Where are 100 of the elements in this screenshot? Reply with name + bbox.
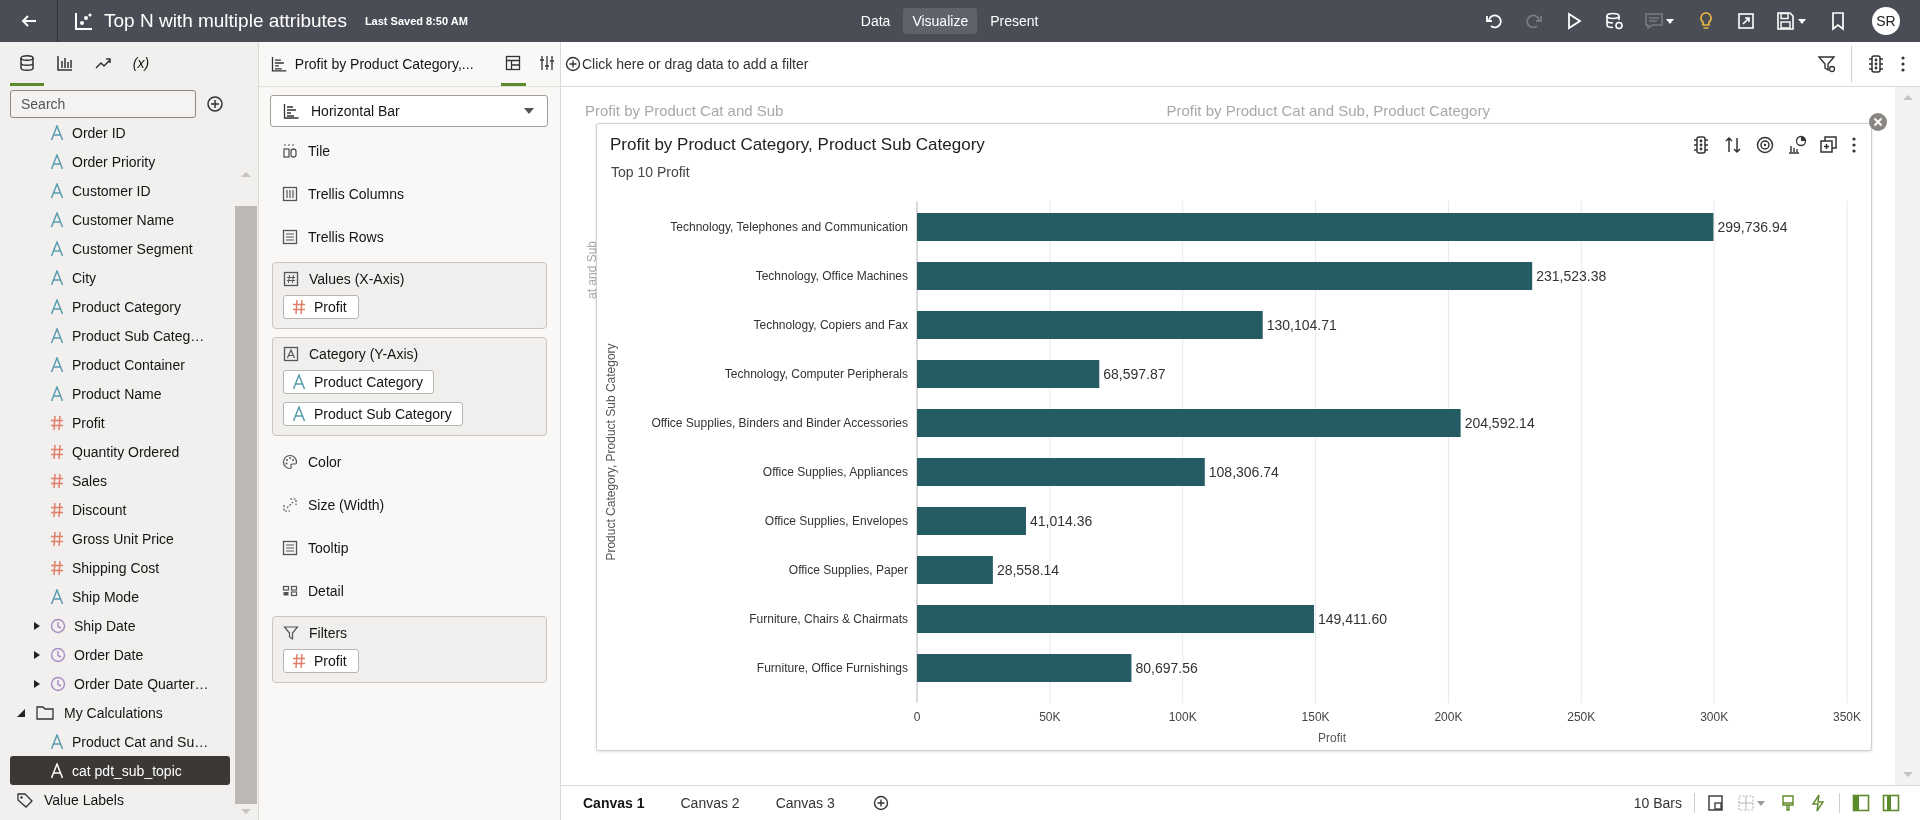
category-label: Technology, Office Machines (755, 269, 908, 283)
grammar-row[interactable]: Trellis Columns (270, 172, 548, 215)
canvas-tab[interactable]: Canvas 1 (573, 795, 655, 811)
refresh-data-button[interactable] (1604, 11, 1624, 31)
tag-icon (16, 791, 34, 808)
grammar-row[interactable]: Detail (270, 569, 548, 612)
field-item[interactable]: Ship Mode (10, 582, 230, 611)
columns-icon (282, 185, 298, 202)
background-chart-title: Profit by Product Cat and Sub, Product Category (1166, 102, 1490, 119)
expand-triangle-icon[interactable] (32, 649, 42, 660)
grammar-row[interactable]: Color (270, 440, 548, 483)
more-button[interactable] (1900, 55, 1906, 73)
undo-button[interactable] (1484, 11, 1504, 31)
field-item[interactable]: Customer ID (10, 176, 230, 205)
bar-chart-icon (56, 53, 74, 72)
lightning-icon[interactable] (1809, 794, 1827, 812)
sort-icon[interactable] (1723, 134, 1743, 155)
x-axis-title: Profit (1318, 731, 1346, 745)
comment-icon (1644, 11, 1676, 31)
right-panel-icon[interactable] (1882, 794, 1900, 812)
data-label: 299,736.94 (1717, 219, 1788, 235)
grammar-row[interactable]: Trellis Rows (270, 215, 548, 258)
traffic-light-icon[interactable] (1691, 134, 1711, 155)
canvas-tab[interactable]: Canvas 3 (765, 795, 845, 811)
add-filter-button[interactable]: Click here or drag data to add a filter (561, 56, 809, 72)
field-item[interactable]: Customer Name (10, 205, 230, 234)
chart-pie-icon[interactable] (1787, 134, 1807, 155)
expand-triangle-icon[interactable] (32, 678, 42, 689)
data-label: 204,592.14 (1464, 415, 1535, 431)
field-item[interactable]: Customer Segment (10, 234, 230, 263)
mode-tab[interactable]: Data (851, 8, 900, 34)
field-item[interactable]: Shipping Cost (10, 553, 230, 582)
user-avatar[interactable]: SR (1872, 7, 1900, 35)
save-button[interactable] (1776, 11, 1808, 31)
kebab-menu-icon (1900, 55, 1906, 73)
field-item[interactable]: City (10, 263, 230, 292)
letter-box-icon (283, 346, 299, 362)
collapse-triangle-icon[interactable] (16, 707, 26, 718)
search-field[interactable]: Search (10, 90, 196, 118)
data-label: 108,306.74 (1208, 464, 1279, 480)
field-pill[interactable]: Profit (283, 295, 359, 319)
folder-item[interactable]: My Calculations (10, 698, 230, 727)
field-item[interactable]: Profit (10, 408, 230, 437)
field-pill[interactable]: Profit (283, 649, 359, 673)
field-item[interactable]: Product Cat and Su… (10, 727, 230, 756)
add-button[interactable] (206, 95, 224, 113)
field-item[interactable]: Quantity Ordered (10, 437, 230, 466)
field-item[interactable]: Product Sub Categ… (10, 321, 230, 350)
grammar-row[interactable]: Tile (270, 129, 548, 172)
kebab-menu-icon[interactable] (1851, 135, 1857, 154)
category-label: Technology, Copiers and Fax (753, 318, 908, 332)
duplicate-icon[interactable] (1819, 134, 1839, 155)
value-labels-item[interactable]: Value Labels (10, 785, 230, 814)
drop-zone[interactable]: Values (X-Axis) Profit (272, 262, 547, 329)
export-button[interactable] (1736, 11, 1756, 31)
mode-tab[interactable]: Visualize (903, 8, 978, 34)
list-icon (282, 539, 298, 556)
page-icon[interactable] (1707, 794, 1725, 812)
drop-zone[interactable]: Category (Y-Axis) Product Category Product Sub Category (272, 337, 547, 436)
grid-icon[interactable] (1737, 794, 1767, 812)
field-item[interactable]: Sales (10, 466, 230, 495)
category-label: Furniture, Office Furnishings (756, 661, 908, 675)
visualization-type-dropdown[interactable]: Horizontal Bar (270, 95, 548, 127)
hash-icon (292, 653, 306, 669)
text-type-icon (292, 406, 306, 422)
export-icon (1736, 11, 1756, 31)
expand-triangle-icon[interactable] (32, 620, 42, 631)
database-refresh-icon (1604, 11, 1624, 31)
drop-zone-label: Values (X-Axis) (309, 271, 405, 287)
add-canvas-button[interactable] (872, 795, 889, 811)
close-button[interactable] (1868, 112, 1888, 132)
traffic-light-button[interactable] (1866, 54, 1886, 74)
filter-settings-button[interactable] (1817, 54, 1837, 74)
field-item[interactable]: cat pdt_sub_topic (10, 756, 230, 785)
field-pill[interactable]: Product Sub Category (283, 402, 463, 426)
field-item[interactable]: Discount (10, 495, 230, 524)
field-item[interactable]: Product Category (10, 292, 230, 321)
axis-tick-label: 0 (913, 710, 921, 724)
category-label: Furniture, Chairs & Chairmats (749, 612, 908, 626)
field-item[interactable]: Order Priority (10, 147, 230, 176)
canvas-tab[interactable]: Canvas 2 (670, 795, 750, 811)
layout-icon (505, 54, 522, 71)
field-item[interactable]: Order Date (10, 640, 230, 669)
grammar-row[interactable]: Tooltip (270, 526, 548, 569)
grammar-row[interactable]: Size (Width) (270, 483, 548, 526)
panel-tab[interactable]: (x) (124, 42, 158, 86)
field-pill[interactable]: Product Category (283, 370, 434, 394)
field-item[interactable]: Ship Date (10, 611, 230, 640)
target-icon[interactable] (1755, 134, 1775, 155)
drop-zone[interactable]: Filters Profit (272, 616, 547, 683)
left-panel-icon[interactable] (1852, 794, 1870, 812)
project-title: Top N with multiple attributes (104, 10, 347, 32)
field-item[interactable]: Gross Unit Price (10, 524, 230, 553)
field-item[interactable]: Product Container (10, 350, 230, 379)
field-item[interactable]: Order ID (10, 118, 230, 147)
field-item[interactable]: Order Date Quarter… (10, 669, 230, 698)
axis-tick-label: 200K (1434, 710, 1463, 724)
field-item[interactable]: Product Name (10, 379, 230, 408)
brush-icon[interactable] (1779, 794, 1797, 812)
mode-tab[interactable]: Present (981, 8, 1048, 34)
